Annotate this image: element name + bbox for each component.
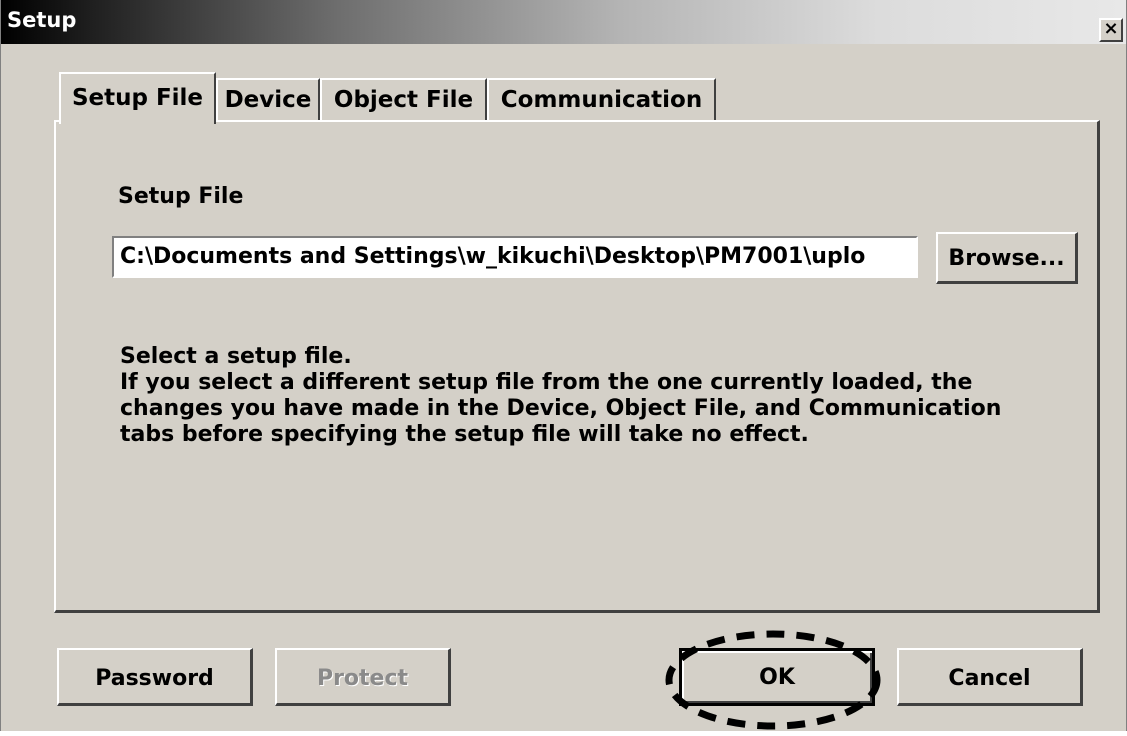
ok-button[interactable]: OK [679,648,875,706]
protect-button-label: Protect [316,666,409,691]
tab-device[interactable]: Device [216,78,320,122]
password-button-label: Password [95,666,214,691]
window-title: Setup [7,8,77,32]
description-line: tabs before specifying the setup file wi… [120,422,809,447]
close-icon: × [1103,18,1119,39]
description-line: changes you have made in the Device, Obj… [120,396,1002,421]
browse-button-label: Browse... [948,246,1065,271]
setup-file-description: Select a setup file. If you select a dif… [120,344,1080,448]
description-line: Select a setup file. [120,344,352,369]
browse-button[interactable]: Browse... [936,232,1078,284]
setup-file-path-input[interactable]: C:\Documents and Settings\w_kikuchi\Desk… [112,236,918,278]
tab-communication[interactable]: Communication [487,78,716,122]
protect-button[interactable]: Protect [275,648,451,706]
tab-setup-file-label: Setup File [71,85,204,111]
setup-dialog: Setup × Setup File Device Object File Co… [0,0,1127,731]
cancel-button-label: Cancel [948,666,1031,691]
tab-object-file-label: Object File [333,87,474,113]
tab-object-file[interactable]: Object File [320,78,487,122]
tab-communication-label: Communication [500,87,703,113]
tab-setup-file[interactable]: Setup File [59,72,216,124]
setup-file-heading: Setup File [118,184,244,209]
description-line: If you select a different setup file fro… [120,370,973,395]
password-button[interactable]: Password [57,648,253,706]
close-button[interactable]: × [1099,18,1123,42]
tab-device-label: Device [224,87,312,113]
cancel-button[interactable]: Cancel [897,648,1083,706]
title-bar[interactable]: Setup × [1,0,1126,44]
ok-button-label: OK [759,665,795,690]
tab-panel-setup-file: Setup File C:\Documents and Settings\w_k… [54,120,1100,613]
